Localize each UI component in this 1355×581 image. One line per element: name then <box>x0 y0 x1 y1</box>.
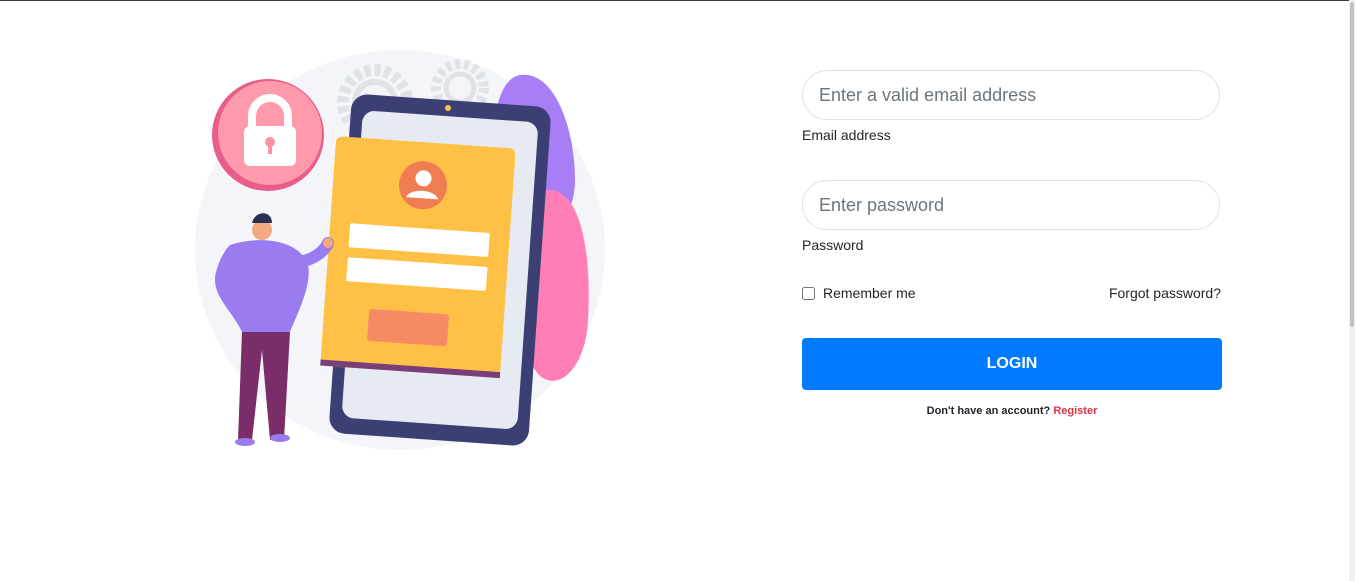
remember-me-checkbox[interactable] <box>802 286 815 300</box>
remember-me-label: Remember me <box>823 285 916 301</box>
email-label: Email address <box>802 127 891 143</box>
register-link[interactable]: Register <box>1053 405 1097 417</box>
remember-me[interactable]: Remember me <box>802 285 916 301</box>
email-input[interactable] <box>802 70 1220 120</box>
top-border <box>0 0 1355 1</box>
login-button[interactable]: LOGIN <box>802 338 1222 390</box>
page-scrollbar[interactable] <box>1349 0 1355 581</box>
login-illustration <box>195 50 605 450</box>
register-prompt-text: Don't have an account? <box>926 405 1054 417</box>
forgot-password-link[interactable]: Forgot password? <box>1109 285 1221 301</box>
password-label: Password <box>802 237 864 253</box>
gear-icon <box>443 71 477 105</box>
password-input[interactable] <box>802 180 1220 230</box>
register-prompt: Don't have an account? Register <box>802 405 1222 417</box>
scrollbar-thumb[interactable] <box>1350 2 1354 327</box>
